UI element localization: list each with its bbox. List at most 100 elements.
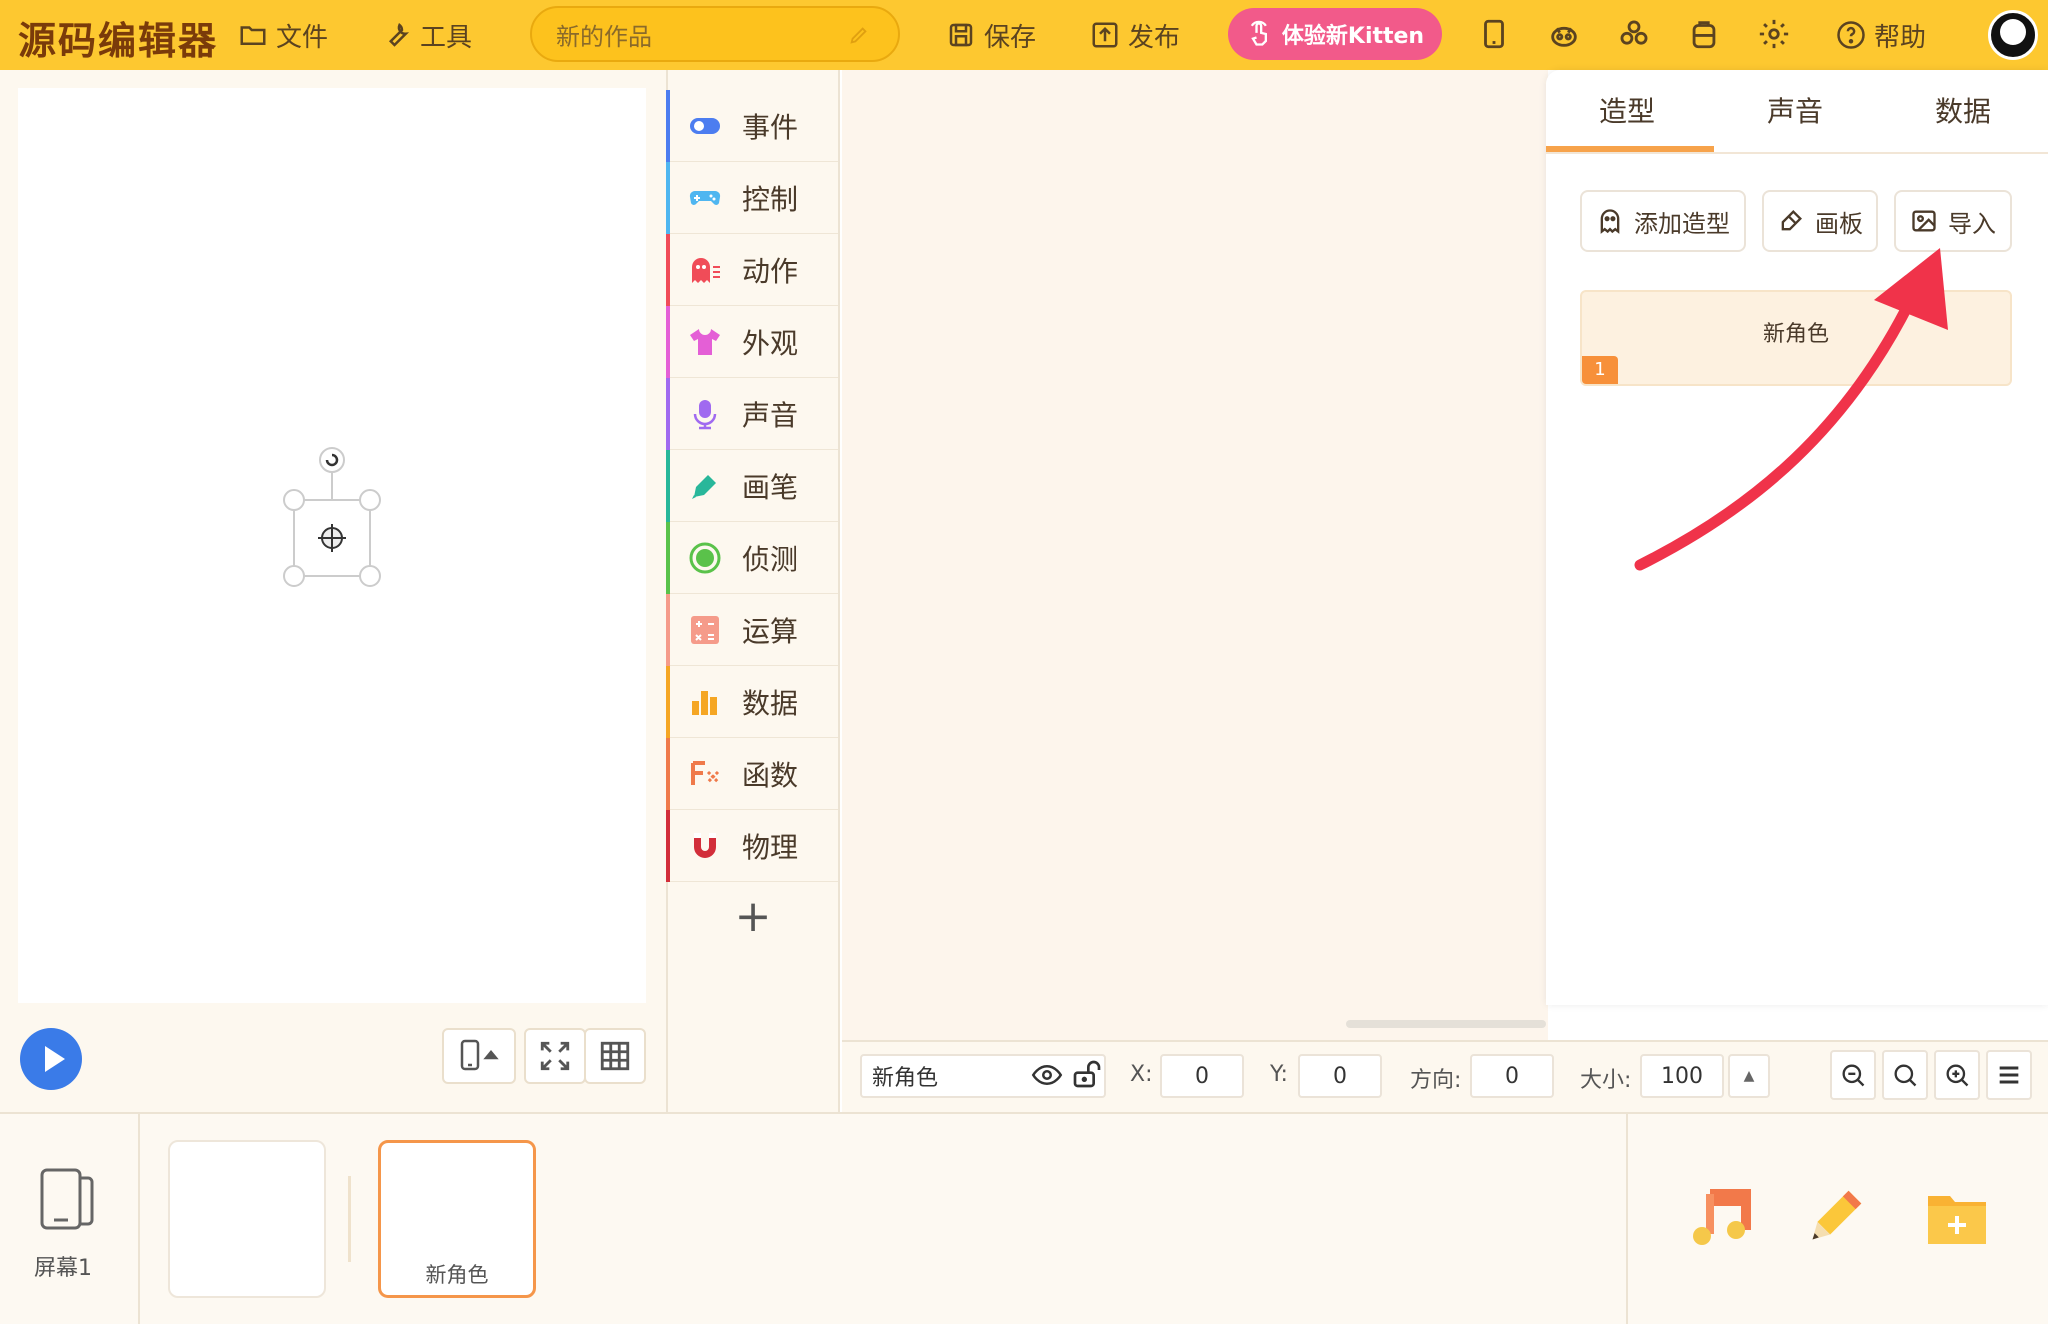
hamburger-icon [1999, 1066, 2019, 1084]
backpack-icon [1692, 21, 1716, 49]
category-sound[interactable]: 声音 [666, 378, 838, 450]
magnet-icon [694, 832, 716, 858]
project-title-input[interactable]: 新的作品 [530, 6, 900, 62]
code-workspace[interactable] [842, 70, 1548, 1040]
category-sensing[interactable]: 侦测 [666, 522, 838, 594]
tab-sounds[interactable]: 声音 [1720, 82, 1870, 142]
category-pen[interactable]: 画笔 [666, 450, 838, 522]
zoom-in-button[interactable] [1934, 1050, 1980, 1100]
gamepad-icon [689, 190, 721, 205]
extensions-button[interactable] [1614, 14, 1654, 54]
horizontal-scrollbar[interactable] [1346, 1020, 1546, 1028]
x-input[interactable]: 0 [1160, 1054, 1244, 1098]
bar-chart-icon [692, 690, 717, 715]
size-label: 大小: [1580, 1068, 1632, 1093]
toggle-icon [690, 117, 720, 134]
settings-button[interactable] [1754, 14, 1794, 54]
background-card[interactable] [168, 1140, 326, 1298]
hand-tap-icon [1250, 20, 1267, 46]
category-motion[interactable]: 动作 [666, 234, 838, 306]
ai-assistant-button[interactable] [1544, 14, 1584, 54]
try-kitten-label: 体验新Kitten [1281, 24, 1425, 49]
category-label: 外观 [742, 326, 799, 360]
tab-costumes[interactable]: 造型 [1552, 82, 1702, 142]
size-value: 100 [1661, 1063, 1703, 1089]
microphone-icon [693, 399, 717, 429]
category-looks[interactable]: 外观 [666, 306, 838, 378]
rotate-handle-icon [319, 447, 345, 473]
divider [138, 1112, 140, 1324]
y-input[interactable]: 0 [1298, 1054, 1382, 1098]
upload-icon [1092, 22, 1118, 48]
user-avatar[interactable] [1988, 10, 2038, 60]
music-note-icon[interactable] [1688, 1186, 1754, 1252]
unlock-icon[interactable] [1070, 1058, 1104, 1090]
plus-icon: + [734, 890, 772, 942]
category-physics[interactable]: 物理 [666, 810, 838, 882]
zoom-out-button[interactable] [1830, 1050, 1876, 1100]
size-input[interactable]: 100 [1640, 1054, 1724, 1098]
screen-label: 屏幕1 [34, 1256, 92, 1281]
caret-up-icon: ▲ [1743, 1068, 1755, 1084]
shirt-icon [690, 328, 720, 355]
tablet-icon [1484, 19, 1504, 49]
fullscreen-button[interactable] [524, 1028, 586, 1084]
sprite-card-name: 新角色 [425, 1263, 489, 1287]
divider [348, 1176, 351, 1262]
backpack-button[interactable] [1684, 14, 1724, 54]
category-control[interactable]: 控制 [666, 162, 838, 234]
tab-data[interactable]: 数据 [1888, 82, 2038, 142]
sprite-card-selected[interactable]: 新角色 [378, 1140, 536, 1298]
zoom-out-icon [1842, 1064, 1865, 1087]
sprite-selection-handles[interactable] [278, 440, 398, 600]
zoom-reset-button[interactable] [1882, 1050, 1928, 1100]
function-icon [691, 760, 720, 785]
add-extension-button[interactable]: + [666, 880, 840, 952]
file-menu-button[interactable]: 文件 [238, 14, 328, 56]
grid-toggle-button[interactable] [584, 1028, 646, 1084]
folder-icon [240, 26, 266, 45]
device-preview-button[interactable] [1474, 14, 1514, 54]
sprite-name-value: 新角色 [872, 1066, 939, 1091]
tools-menu-button[interactable]: 工具 [382, 14, 472, 56]
direction-value: 0 [1505, 1063, 1519, 1089]
ghost-icon [692, 257, 720, 283]
publish-button[interactable]: 发布 [1090, 14, 1180, 56]
category-bar [666, 594, 670, 666]
save-label: 保存 [984, 22, 1037, 53]
category-data[interactable]: 数据 [666, 666, 838, 738]
category-label: 声音 [742, 398, 799, 432]
screen-switch-icon[interactable] [36, 1164, 102, 1236]
file-menu-label: 文件 [276, 22, 329, 53]
category-functions[interactable]: 函数 [666, 738, 838, 810]
menu-button[interactable] [1986, 1050, 2032, 1100]
category-bar [666, 810, 670, 882]
help-button[interactable]: 帮助 [1836, 14, 1926, 56]
paint-pencil-icon[interactable] [1798, 1184, 1868, 1254]
category-label: 画笔 [742, 470, 799, 504]
project-title-text: 新的作品 [556, 22, 652, 51]
add-folder-icon[interactable] [1926, 1190, 1988, 1248]
category-events[interactable]: 事件 [666, 90, 838, 162]
category-bar [666, 522, 670, 594]
phone-dropdown-icon [460, 1039, 499, 1071]
x-label: X: [1130, 1062, 1153, 1087]
category-bar [666, 162, 670, 234]
app-logo: 源码编辑器 [18, 18, 219, 63]
save-icon [949, 23, 973, 47]
category-bar [666, 666, 670, 738]
screen-orientation-button[interactable] [442, 1028, 516, 1084]
more-props-toggle[interactable]: ▲ [1728, 1054, 1770, 1098]
direction-label: 方向: [1410, 1068, 1462, 1093]
run-button[interactable] [20, 1028, 82, 1090]
direction-input[interactable]: 0 [1470, 1054, 1554, 1098]
active-tab-indicator [1546, 146, 1714, 152]
eye-icon[interactable] [1030, 1060, 1064, 1090]
category-operators[interactable]: 运算 [666, 594, 838, 666]
save-button[interactable]: 保存 [946, 14, 1036, 56]
category-bar [666, 90, 670, 162]
category-bar [666, 738, 670, 810]
tools-menu-label: 工具 [420, 22, 473, 53]
try-kitten-button[interactable]: 体验新Kitten [1228, 8, 1442, 60]
stage-canvas[interactable] [18, 88, 646, 1003]
